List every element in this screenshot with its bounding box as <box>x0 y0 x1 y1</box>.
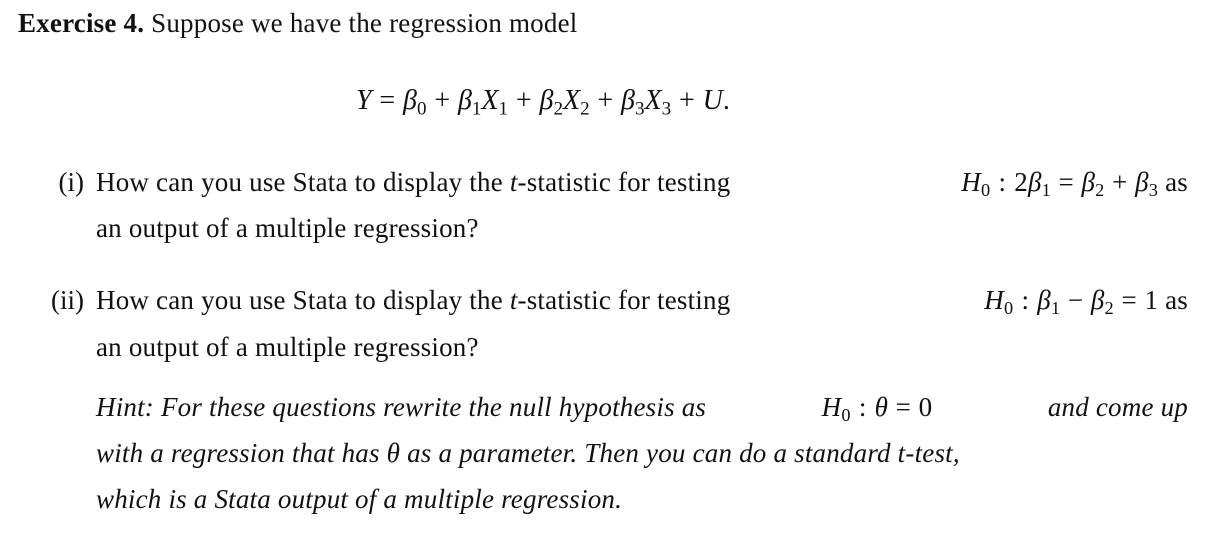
hyp-ii-beta2: β <box>1090 285 1105 315</box>
eq-beta1-sub: 1 <box>471 98 482 120</box>
eq-beta0: β <box>403 85 417 116</box>
hyp-ii-beta1: β <box>1037 285 1051 315</box>
item-i-line2: an output of a multiple regression? <box>96 213 479 243</box>
hyp-ii-eq: = <box>1121 285 1137 315</box>
hint-text-a: Hint: For these questions rewrite the nu… <box>96 392 707 422</box>
hyp-i-beta1-sub: 1 <box>1041 180 1051 201</box>
eq-x1-sub: 1 <box>498 98 509 120</box>
hint-colon: : <box>858 392 867 422</box>
eq-beta3: β <box>621 85 635 116</box>
item-ii-text-a: How can you use Stata to display the <box>96 285 503 315</box>
hyp-i-eq: = <box>1058 167 1074 197</box>
hint-zero: 0 <box>918 392 933 422</box>
hint-line3: which is a Stata output of a multiple re… <box>96 484 623 514</box>
hyp-i-beta3: β <box>1135 167 1149 197</box>
hint-H-sub: 0 <box>841 405 851 426</box>
eq-beta2-sub: 2 <box>553 98 563 120</box>
hyp-i-beta2: β <box>1081 167 1096 197</box>
eq-x1: X <box>481 85 499 116</box>
hint-line2-a: with a regression that has <box>96 438 380 468</box>
item-i-line1: How can you use Stata to display the t-s… <box>96 166 1188 201</box>
hyp-i-beta3-sub: 3 <box>1148 180 1159 201</box>
hyp-ii-val: 1 <box>1144 285 1159 315</box>
item-ii-hypothesis: H0: β1− β2 = 1 as <box>984 284 1188 319</box>
eq-equals: = <box>379 85 396 116</box>
eq-end: . <box>722 85 730 116</box>
eq-error: U <box>702 85 723 116</box>
hint-theta2: θ <box>386 438 401 468</box>
item-ii-text-b: -statistic for testing <box>517 285 731 315</box>
item-ii-t: t <box>509 285 518 315</box>
hyp-ii-beta2-sub: 2 <box>1104 298 1114 319</box>
hyp-i-plus: + <box>1112 167 1128 197</box>
eq-plus-4: + <box>678 85 695 116</box>
hint-text-b: and come up <box>1047 392 1188 422</box>
eq-x2: X <box>562 85 581 116</box>
hyp-ii-H-sub: 0 <box>1004 298 1014 319</box>
hint-eq: = <box>895 392 912 422</box>
item-i-tail: as <box>1165 167 1188 197</box>
hyp-i-H-sub: 0 <box>980 180 991 201</box>
eq-beta1: β <box>457 85 472 116</box>
hyp-ii-beta1-sub: 1 <box>1050 298 1061 319</box>
hyp-i-H: H <box>961 167 981 197</box>
exercise-page: Exercise 4. Suppose we have the regressi… <box>0 0 1220 546</box>
hyp-i-two: 2 <box>1014 167 1028 197</box>
hyp-i-colon: : <box>998 167 1007 197</box>
item-i-text-b: -statistic for testing <box>517 167 731 197</box>
eq-x3-sub: 3 <box>661 98 672 120</box>
item-i-text-a: How can you use Stata to display the <box>96 167 503 197</box>
eq-x2-sub: 2 <box>580 98 590 120</box>
eq-lhs: Y <box>356 85 372 116</box>
hyp-ii-H: H <box>984 285 1004 315</box>
hint-line2: with a regression that has θ as a parame… <box>96 437 1188 469</box>
exercise-heading: Exercise 4. Suppose we have the regressi… <box>18 7 577 39</box>
eq-beta2: β <box>539 85 554 116</box>
item-label-i: (i) <box>58 167 84 197</box>
hyp-i-beta2-sub: 2 <box>1095 180 1105 201</box>
item-ii-line2: an output of a multiple regression? <box>96 332 479 362</box>
hint-theta: θ <box>874 392 889 422</box>
exercise-intro: Suppose we have the regression model <box>151 8 578 38</box>
eq-x3: X <box>644 85 662 116</box>
item-ii-tail: as <box>1165 285 1188 315</box>
eq-plus-2: + <box>515 85 532 116</box>
hint-line1: Hint: For these questions rewrite the nu… <box>96 391 1188 426</box>
item-label-ii: (ii) <box>51 285 84 315</box>
item-i-text: How can you use Stata to display the t-s… <box>96 166 730 198</box>
hyp-ii-colon: : <box>1021 285 1030 315</box>
hint-hypothesis: H0: θ = 0 <box>821 391 933 426</box>
item-ii-text: How can you use Stata to display the t-s… <box>96 284 730 316</box>
item-i-t: t <box>509 167 518 197</box>
exercise-label: Exercise 4. <box>18 8 145 38</box>
item-i-hypothesis: H0:2β1 = β2 + β3 as <box>961 166 1188 201</box>
eq-beta3-sub: 3 <box>635 98 645 120</box>
hint-line2-b: as a parameter. Then you can do a standa… <box>407 438 960 468</box>
eq-plus-1: + <box>434 85 451 116</box>
hint-line2-a-wrap: with a regression that has θ as a parame… <box>96 437 960 469</box>
regression-equation: Y = β0 + β1X1 + β2X2 + β3X3 + U. <box>356 84 730 118</box>
hyp-ii-minus: − <box>1067 285 1084 315</box>
hint-H: H <box>821 392 842 422</box>
item-ii-line1: How can you use Stata to display the t-s… <box>96 284 1188 319</box>
eq-plus-3: + <box>597 85 614 116</box>
hyp-i-beta1: β <box>1027 167 1042 197</box>
eq-beta0-sub: 0 <box>416 98 427 120</box>
